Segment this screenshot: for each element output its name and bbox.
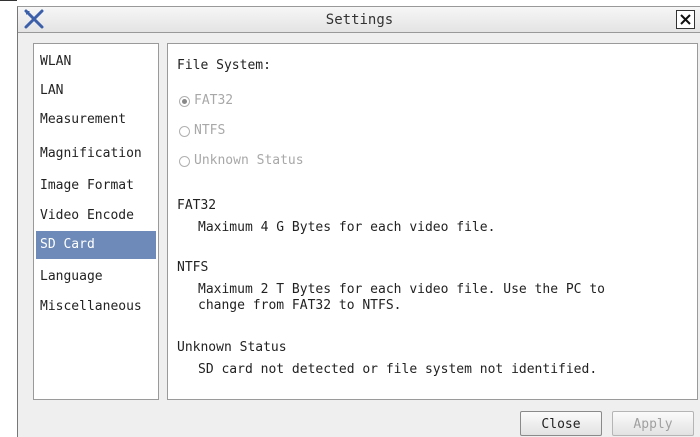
sidebar-item-magnification[interactable]: Magnification xyxy=(36,140,156,168)
ntfs-description: Maximum 2 T Bytes for each video file. U… xyxy=(198,282,605,313)
ntfs-section-title: NTFS xyxy=(177,260,209,275)
sidebar-item-wlan[interactable]: WLAN xyxy=(36,48,156,76)
unknown-status-section-title: Unknown Status xyxy=(177,340,287,355)
close-button[interactable]: Close xyxy=(520,411,602,436)
sd-card-panel: File System: FAT32 NTFS Unknown Status F… xyxy=(167,43,698,400)
title-bar[interactable]: Settings xyxy=(18,7,700,33)
sidebar-item-lan[interactable]: LAN xyxy=(36,77,156,105)
radio-button-icon xyxy=(179,126,190,137)
sidebar-item-miscellaneous[interactable]: Miscellaneous xyxy=(36,293,156,321)
sidebar-item-measurement[interactable]: Measurement xyxy=(36,106,156,134)
settings-window: Settings WLAN LAN Measurement Magnificat… xyxy=(17,6,700,437)
window-title: Settings xyxy=(325,12,394,28)
sidebar-item-image-format[interactable]: Image Format xyxy=(36,172,156,200)
file-system-heading: File System: xyxy=(177,58,271,73)
fat32-description: Maximum 4 G Bytes for each video file. xyxy=(198,220,496,235)
apply-button[interactable]: Apply xyxy=(612,411,694,436)
sidebar-item-video-encode[interactable]: Video Encode xyxy=(36,202,156,230)
radio-button-icon xyxy=(179,156,190,167)
sidebar-item-language[interactable]: Language xyxy=(36,263,156,291)
unknown-status-description: SD card not detected or file system not … xyxy=(198,362,598,377)
window-edge-line xyxy=(0,0,17,1)
fat32-section-title: FAT32 xyxy=(177,198,217,213)
close-icon[interactable] xyxy=(676,10,695,29)
settings-category-list: WLAN LAN Measurement Magnification Image… xyxy=(33,43,159,400)
radio-button-icon xyxy=(179,96,190,107)
sidebar-item-sd-card[interactable]: SD Card xyxy=(36,231,156,259)
